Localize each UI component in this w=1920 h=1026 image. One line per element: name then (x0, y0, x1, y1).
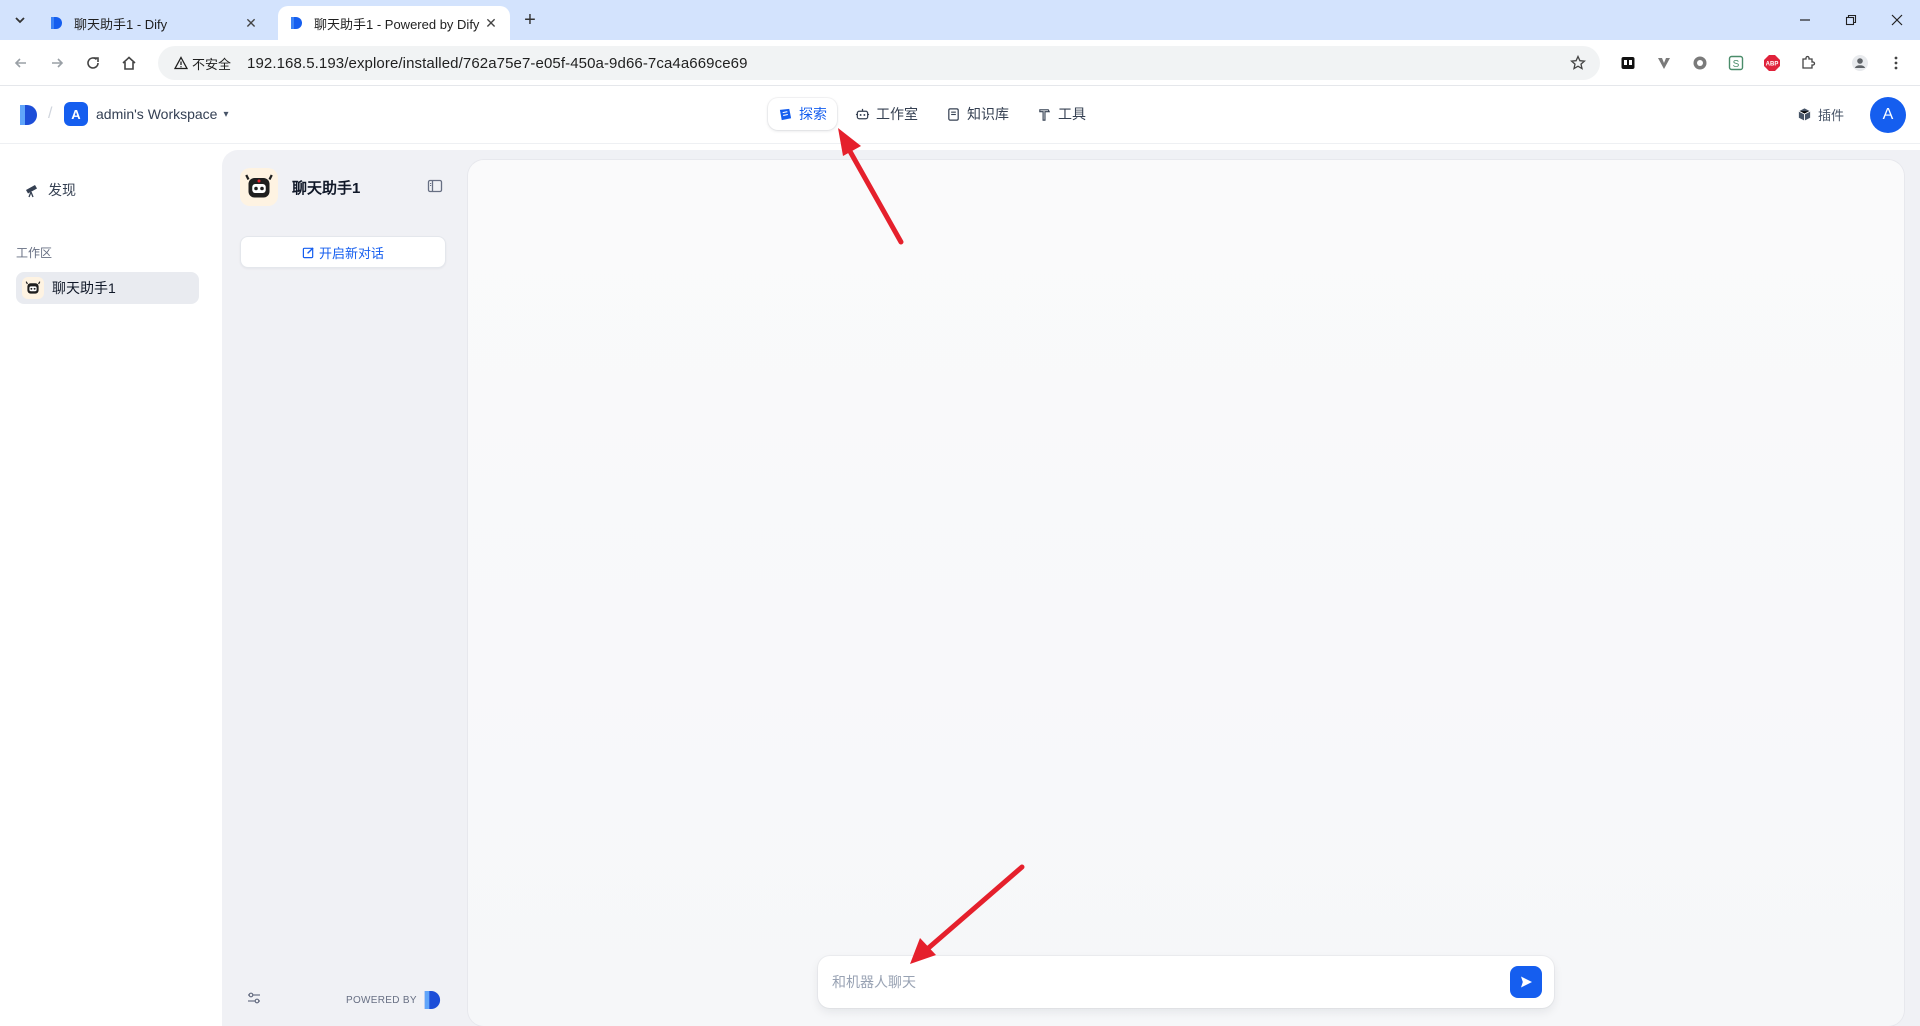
address-bar[interactable]: 不安全 192.168.5.193/explore/installed/762a… (158, 46, 1600, 80)
explore-sidebar: 发现 工作区 聊天助手1 (0, 144, 218, 1026)
bot-avatar-icon (240, 168, 278, 206)
dify-favicon-icon (48, 15, 64, 31)
bookmark-star-icon[interactable] (1568, 53, 1588, 73)
breadcrumb-divider: / (48, 105, 53, 122)
security-label: 不安全 (192, 56, 232, 72)
profile-icon[interactable] (1850, 53, 1870, 73)
workspace-name: admin's Workspace (96, 106, 218, 122)
tab-title: 聊天助手1 - Powered by Dify (314, 16, 480, 32)
book-icon (948, 107, 959, 121)
browser-tab-bar: 聊天助手1 - Dify ✕ 聊天助手1 - Powered by Dify ✕… (0, 0, 1920, 40)
sidebar-collapse-icon[interactable] (426, 177, 444, 195)
notion-icon[interactable] (1618, 53, 1638, 73)
app-header: / A admin's Workspace ▾ 探索 工作室 知识库 工具 插件… (0, 86, 1920, 144)
chat-input[interactable] (832, 974, 1510, 990)
browser-toolbar: 不安全 192.168.5.193/explore/installed/762a… (0, 40, 1920, 86)
sidebar-item-app[interactable]: 聊天助手1 (16, 272, 199, 304)
telescope-icon (26, 185, 37, 198)
nav-tools[interactable]: 工具 (1027, 98, 1096, 130)
browser-tab-2[interactable]: 聊天助手1 - Powered by Dify ✕ (278, 6, 510, 40)
plugin-button[interactable]: 插件 (1797, 105, 1844, 124)
new-chat-label: 开启新对话 (318, 245, 384, 261)
chevron-down-icon (15, 17, 25, 24)
new-chat-button[interactable]: 开启新对话 (240, 236, 446, 268)
dify-logo-icon[interactable] (18, 104, 38, 126)
dify-favicon-icon (288, 15, 304, 31)
sidebar-section-title: 工作区 (16, 246, 53, 260)
vimium-icon[interactable] (1654, 53, 1674, 73)
nav-studio[interactable]: 工作室 (845, 98, 928, 130)
send-button[interactable] (1510, 966, 1542, 998)
svg-text:ABP: ABP (1766, 62, 1779, 68)
edit-icon (302, 246, 314, 258)
nav-knowledge[interactable]: 知识库 (936, 98, 1019, 130)
kebab-menu-icon[interactable] (1886, 53, 1906, 73)
forward-arrow-icon[interactable] (44, 50, 70, 76)
chat-app-name: 聊天助手1 (292, 179, 361, 197)
chat-messages-area (468, 160, 1904, 1026)
bot-avatar-icon (22, 277, 44, 299)
close-icon[interactable]: ✕ (242, 14, 260, 32)
workspace-switcher[interactable]: A admin's Workspace ▾ (64, 102, 229, 126)
security-chip[interactable]: 不安全 (166, 51, 239, 75)
home-icon[interactable] (116, 50, 142, 76)
adblock-icon[interactable]: ABP (1762, 53, 1782, 73)
main-nav: 探索 工作室 知识库 工具 (768, 98, 1096, 130)
settings-sliders-icon[interactable] (246, 990, 264, 1008)
chevron-down-icon: ▾ (223, 108, 229, 120)
robot-icon (855, 108, 870, 119)
tab-search-button[interactable] (8, 8, 32, 32)
nav-label: 探索 (799, 106, 827, 122)
chat-input-box[interactable] (818, 956, 1554, 1008)
minimize-icon[interactable] (1782, 0, 1828, 40)
new-tab-plus-icon[interactable]: + (518, 8, 542, 32)
cube-icon (1798, 108, 1811, 121)
browser-tab-1[interactable]: 聊天助手1 - Dify ✕ (38, 6, 270, 40)
workspace-badge: A (64, 102, 88, 126)
hammer-icon (1039, 108, 1051, 121)
nav-label: 工具 (1058, 106, 1086, 122)
powered-by-label: POWERED BY (346, 994, 417, 1006)
user-avatar[interactable]: A (1870, 97, 1906, 133)
nav-label: 知识库 (967, 106, 1009, 122)
nav-explore[interactable]: 探索 (768, 98, 837, 130)
app-name: 聊天助手1 (52, 280, 116, 296)
sidebar-item-discover[interactable]: 发现 (16, 174, 200, 206)
back-arrow-icon[interactable] (8, 50, 34, 76)
circle-ext-icon[interactable] (1690, 53, 1710, 73)
nav-label: 工作室 (876, 106, 918, 122)
plugin-label: 插件 (1818, 108, 1845, 123)
sidebar-item-label: 发现 (48, 182, 76, 198)
send-icon (1521, 976, 1532, 988)
warning-triangle-icon (174, 56, 188, 70)
chat-app-header: 聊天助手1 (240, 168, 360, 206)
powered-by: POWERED BY (346, 990, 441, 1010)
reload-icon[interactable] (80, 50, 106, 76)
s-ext-icon[interactable]: S (1726, 53, 1746, 73)
tab-title: 聊天助手1 - Dify (74, 16, 168, 32)
restore-icon[interactable] (1828, 0, 1874, 40)
dify-logo-icon (424, 991, 440, 1009)
svg-text:S: S (1733, 59, 1740, 70)
explore-icon (779, 108, 792, 120)
conversation-sidebar: 聊天助手1 开启新对话 POWERED BY (222, 150, 468, 1026)
url-text[interactable]: 192.168.5.193/explore/installed/762a75e7… (247, 55, 748, 72)
puzzle-icon[interactable] (1798, 53, 1818, 73)
window-close-icon[interactable] (1874, 0, 1920, 40)
close-icon[interactable]: ✕ (482, 14, 500, 32)
